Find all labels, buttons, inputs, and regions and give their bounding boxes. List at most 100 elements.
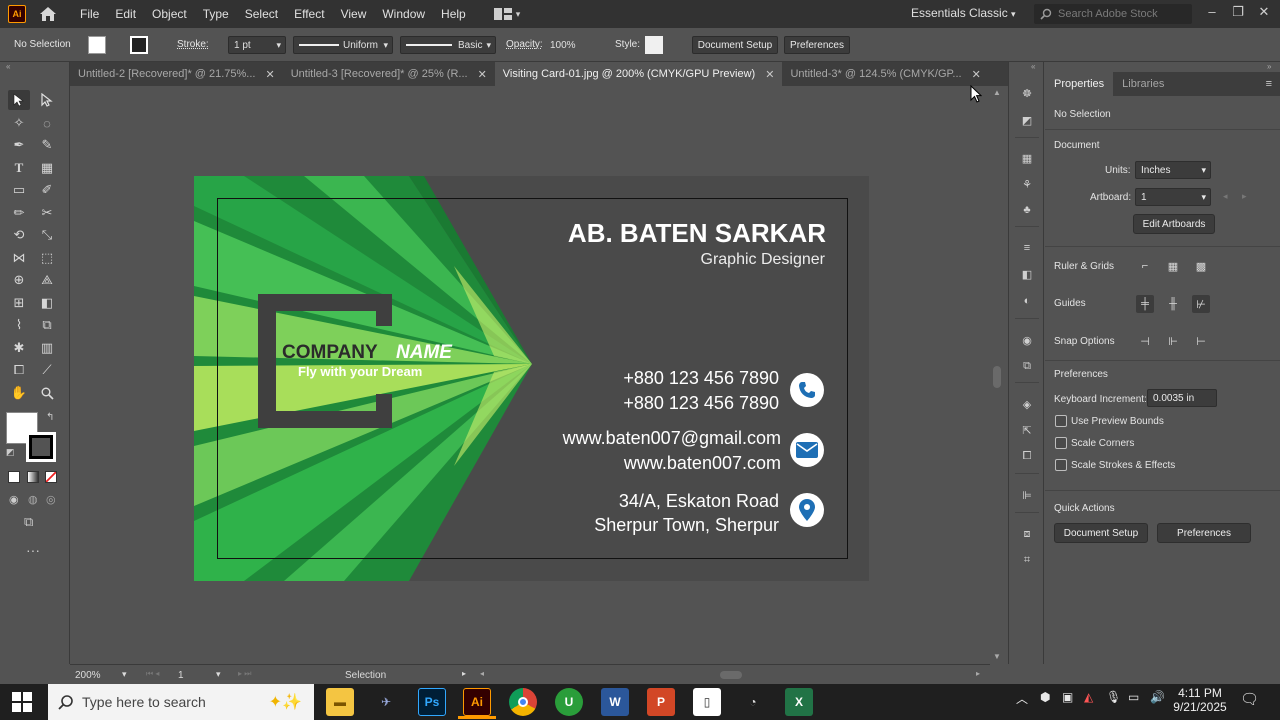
show-hidden-icons[interactable]: ︿ [1016, 690, 1028, 707]
tab-untitled-2[interactable]: Untitled-2 [Recovered]* @ 21.75%... ✕ [70, 62, 283, 86]
tab-libraries[interactable]: Libraries [1113, 72, 1173, 96]
draw-inside-icon[interactable]: ◎ [46, 493, 56, 506]
last-artboard-icon[interactable]: ▸ ⏭ [238, 669, 251, 679]
stroke-profile-select[interactable]: Uniform ▾ [293, 36, 393, 54]
default-colors-icon[interactable]: ◩ [6, 447, 15, 458]
menu-help[interactable]: Help [433, 0, 474, 28]
appearance-icon[interactable]: ◉ [1018, 331, 1036, 349]
illustrator-taskbar-icon[interactable]: Ai [463, 688, 491, 716]
selection-tool-icon[interactable] [8, 90, 30, 110]
units-select[interactable]: Inches ▾ [1135, 161, 1211, 179]
lock-guides-icon[interactable]: ╫ [1164, 295, 1182, 313]
libraries-icon[interactable]: ◩ [1018, 111, 1036, 129]
column-graph-tool-icon[interactable]: ▥ [36, 338, 58, 358]
preferences-button[interactable]: Preferences [784, 36, 850, 54]
tray-volume-icon[interactable]: 🔊 [1150, 690, 1165, 704]
zoom-tool-icon[interactable] [36, 383, 58, 403]
graphic-styles-icon[interactable]: ⧉ [1018, 357, 1036, 375]
scroll-down-icon[interactable]: ▼ [993, 652, 1001, 661]
draw-mode-icon[interactable]: ◉ [9, 493, 19, 506]
restore-icon[interactable]: ❐ [1228, 4, 1248, 22]
blend-tool-icon[interactable]: ⧉ [36, 315, 58, 335]
file-explorer-icon[interactable]: ▬ [326, 688, 354, 716]
tab-untitled-3[interactable]: Untitled-3* @ 124.5% (CMYK/GP... ✕ [782, 62, 988, 86]
scale-tool-icon[interactable]: ⤡ [36, 225, 58, 245]
direct-selection-tool-icon[interactable] [36, 90, 58, 110]
gradient-mode-icon[interactable] [27, 471, 39, 483]
photoshop-icon[interactable]: Ps [418, 688, 446, 716]
minimize-icon[interactable]: – [1202, 4, 1222, 22]
snap-to-point-icon[interactable]: ⊣ [1136, 332, 1154, 350]
align-panel-icon[interactable]: ⊫ [1018, 486, 1036, 504]
show-guides-icon[interactable]: ╪ [1136, 295, 1154, 313]
slice-tool-icon[interactable]: ⟋ [36, 360, 58, 380]
zoom-level[interactable]: 200% [75, 670, 101, 681]
tray-display-icon[interactable]: ▣ [1062, 690, 1073, 704]
artboards-icon[interactable]: ⧠ [1018, 447, 1036, 465]
artboard-nav-dropdown-icon[interactable]: ▾ [216, 669, 221, 680]
graphic-style-swatch[interactable] [645, 36, 663, 54]
snap-to-pixel-icon[interactable]: ⊢ [1192, 332, 1210, 350]
rotate-tool-icon[interactable]: ⟲ [8, 225, 30, 245]
transform-panel-icon[interactable]: ⌗ [1018, 551, 1036, 569]
grid-icon[interactable]: ▦ [1164, 257, 1182, 275]
close-tab-icon[interactable]: ✕ [265, 68, 274, 81]
collapse-panel-icon[interactable]: » [1267, 62, 1271, 71]
arrange-documents-button[interactable]: ▾ [493, 8, 520, 20]
menu-type[interactable]: Type [195, 0, 237, 28]
windows-start-icon[interactable] [12, 692, 32, 715]
learn-icon[interactable]: ☸ [1018, 84, 1036, 102]
shape-builder-tool-icon[interactable]: ⊕ [8, 270, 30, 290]
tray-app-icon[interactable]: ⬢ [1040, 690, 1050, 704]
scroll-right-icon[interactable]: ▸ [976, 669, 980, 678]
gradient-tool-icon[interactable]: ◧ [36, 293, 58, 313]
quick-document-setup-button[interactable]: Document Setup [1054, 523, 1148, 543]
taskbar-search-input[interactable]: Type here to search ✦✨ [48, 684, 314, 720]
swatches-icon[interactable]: ▦ [1018, 149, 1036, 167]
eyedropper-tool-icon[interactable]: ⌇ [8, 315, 30, 335]
edit-toolbar-icon[interactable]: ··· [26, 542, 40, 558]
type-tool-icon[interactable]: T [8, 158, 30, 178]
lasso-tool-icon[interactable]: ◌ [36, 113, 58, 133]
grid-tool-icon[interactable]: ▦ [36, 158, 58, 178]
notifications-icon[interactable]: 🗨 [1240, 690, 1259, 708]
artboard-select[interactable]: 1 ▾ [1135, 188, 1211, 206]
stroke-panel-icon[interactable]: ≡ [1018, 239, 1036, 257]
rulers-icon[interactable]: ⌐ [1136, 257, 1154, 275]
none-mode-icon[interactable] [45, 471, 57, 483]
upwork-icon[interactable]: U [555, 688, 583, 716]
scale-strokes-checkbox[interactable] [1055, 459, 1067, 471]
panel-options-icon[interactable]: ≡ [1266, 78, 1272, 90]
fill-swatch[interactable] [88, 36, 106, 54]
tray-acrobat-icon[interactable]: ◭ [1084, 690, 1093, 704]
width-tool-icon[interactable]: ⋈ [8, 248, 30, 268]
next-artboard-icon[interactable]: ▸ [1242, 191, 1247, 202]
chrome-icon[interactable] [509, 688, 537, 716]
artboard-tool-icon[interactable]: ⧠ [8, 360, 30, 380]
close-tab-icon[interactable]: ✕ [972, 68, 981, 81]
opacity-label[interactable]: Opacity: [506, 39, 543, 50]
tab-visiting-card[interactable]: Visiting Card-01.jpg @ 200% (CMYK/GPU Pr… [494, 62, 783, 86]
tray-microphone-icon[interactable]: 🎙 [1106, 690, 1121, 704]
edit-artboards-button[interactable]: Edit Artboards [1133, 214, 1215, 234]
menu-window[interactable]: Window [374, 0, 433, 28]
paintbrush-tool-icon[interactable]: ✐ [36, 180, 58, 200]
swap-colors-icon[interactable]: ↰ [46, 412, 54, 423]
status-menu-icon[interactable]: ▸ [462, 669, 466, 678]
recorder-icon[interactable]: ◔ [739, 688, 767, 716]
word-icon[interactable]: W [601, 688, 629, 716]
vertical-scrollbar[interactable]: ▲ ▼ [990, 86, 1004, 664]
excel-icon[interactable]: X [785, 688, 813, 716]
quick-preferences-button[interactable]: Preferences [1157, 523, 1251, 543]
scroll-up-icon[interactable]: ▲ [993, 88, 1001, 97]
brush-definition-select[interactable]: Basic ▾ [400, 36, 496, 54]
close-window-icon[interactable]: ✕ [1254, 4, 1274, 22]
gradient-panel-icon[interactable]: ◧ [1018, 265, 1036, 283]
smart-guides-icon[interactable]: ⊬ [1192, 295, 1210, 313]
tray-network-icon[interactable]: ▭ [1128, 690, 1139, 704]
transparency-grid-icon[interactable]: ▩ [1192, 257, 1210, 275]
close-tab-icon[interactable]: ✕ [478, 68, 487, 81]
vertical-scroll-thumb[interactable] [993, 366, 1001, 388]
scissors-tool-icon[interactable]: ✂ [36, 203, 58, 223]
pathfinder-icon[interactable]: ⧈ [1018, 525, 1036, 543]
